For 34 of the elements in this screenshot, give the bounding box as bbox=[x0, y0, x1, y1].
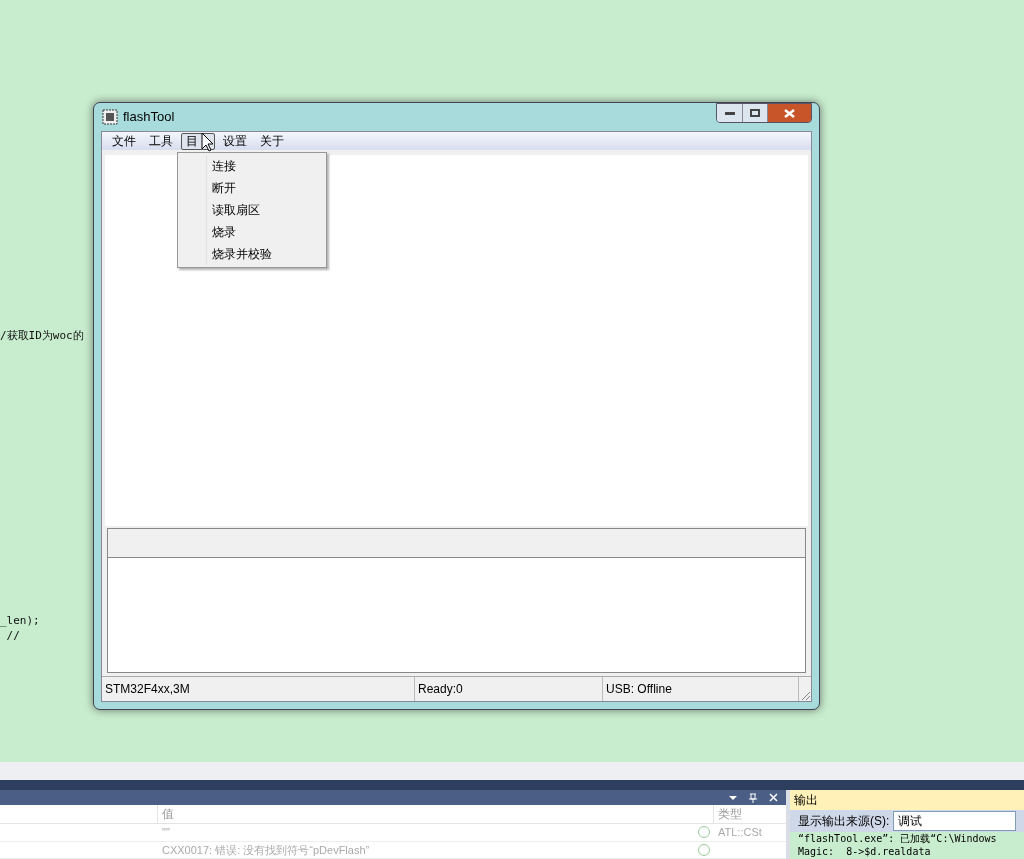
status-pane: Ready:0 bbox=[415, 677, 603, 701]
menu-option[interactable]: 烧录 bbox=[178, 221, 326, 243]
status-pane: STM32F4xx,3M bbox=[102, 677, 415, 701]
chip-icon bbox=[102, 109, 118, 125]
menu-item[interactable]: 工具 bbox=[144, 132, 178, 150]
status-pane: USB: Offline bbox=[603, 677, 799, 701]
menu-item[interactable]: 文件 bbox=[107, 132, 141, 150]
source-label: 显示输出来源(S): bbox=[798, 813, 890, 830]
resize-grip-icon bbox=[799, 689, 811, 701]
output-line: “flashTool.exe”: 已加载“C:\Windows bbox=[798, 832, 997, 845]
table-cell-text: ATL::CSt bbox=[717, 825, 763, 840]
output-line: Magic: 8->$d.realdata bbox=[798, 845, 931, 858]
code-line: _len); bbox=[0, 613, 40, 628]
menu-item[interactable]: 关于 bbox=[255, 132, 289, 150]
cursor-icon bbox=[201, 132, 214, 152]
table-cell-text: "" bbox=[162, 825, 170, 840]
panel-title: 输出 bbox=[790, 790, 1024, 810]
menu-option[interactable]: 连接 bbox=[178, 155, 326, 177]
pin-icon[interactable] bbox=[749, 792, 757, 803]
minimize-button[interactable] bbox=[717, 104, 743, 122]
source-select[interactable]: 调试 bbox=[893, 811, 1016, 831]
close-button[interactable] bbox=[768, 104, 811, 122]
close-icon[interactable] bbox=[769, 793, 778, 802]
maximize-button[interactable] bbox=[743, 104, 768, 122]
close-icon bbox=[784, 108, 795, 118]
window-title: flashTool bbox=[123, 108, 175, 127]
menu-option[interactable]: 断开 bbox=[178, 177, 326, 199]
table-cell-text: CXX0017: 错误: 没有找到符号“pDevFlash” bbox=[162, 842, 370, 858]
dropdown-icon[interactable] bbox=[729, 795, 737, 800]
code-line: /获取ID为woc的 bbox=[0, 328, 84, 343]
menu-option[interactable]: 读取扇区 bbox=[178, 199, 326, 221]
code-line: // bbox=[5, 628, 20, 643]
menu-item[interactable]: 设置 bbox=[218, 132, 252, 150]
menu-option[interactable]: 烧录并校验 bbox=[178, 243, 326, 265]
